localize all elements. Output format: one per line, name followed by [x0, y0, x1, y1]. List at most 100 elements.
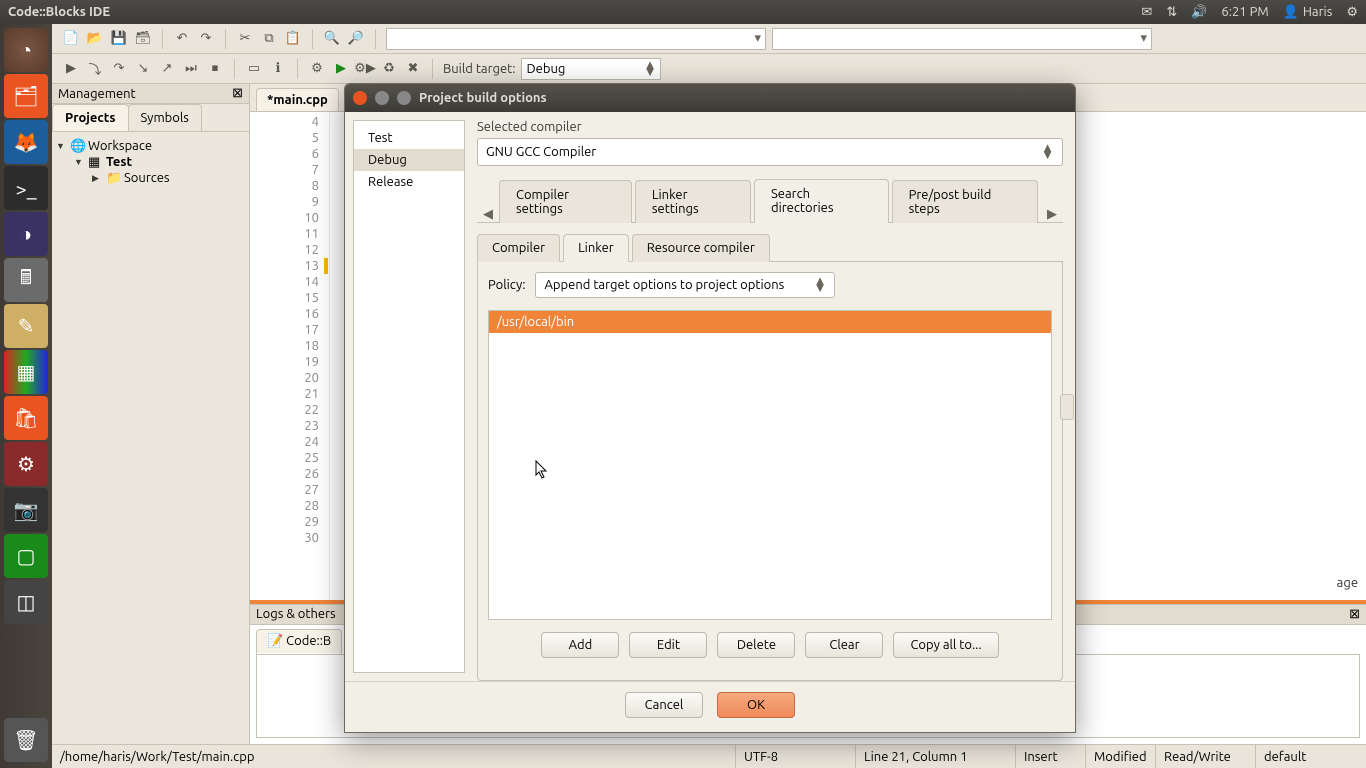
editor-tab-main[interactable]: *main.cpp	[256, 88, 339, 111]
edit-button[interactable]: Edit	[629, 632, 707, 658]
debug-windows-icon[interactable]: ▭	[245, 60, 263, 78]
tab-linker-settings[interactable]: Linker settings	[635, 180, 751, 223]
software-center-icon[interactable]: 🛍	[4, 396, 48, 440]
ok-button[interactable]: OK	[717, 692, 795, 718]
subtab-resource-compiler[interactable]: Resource compiler	[632, 234, 770, 262]
dialog-min-icon[interactable]	[375, 91, 389, 105]
status-profile: default	[1256, 745, 1366, 768]
cancel-button[interactable]: Cancel	[625, 692, 703, 718]
tab-prepost-build[interactable]: Pre/post build steps	[892, 180, 1038, 223]
files-icon[interactable]: 🗂	[4, 74, 48, 118]
tree-project[interactable]: ▼▦ Test	[56, 154, 245, 170]
target-debug[interactable]: Debug	[354, 149, 464, 171]
user-menu[interactable]: 👤 Haris	[1283, 5, 1333, 20]
dialog-scrollbar[interactable]	[1060, 394, 1074, 420]
trash-icon[interactable]: 🗑	[4, 718, 48, 762]
management-panel: Management ⊠ Projects Symbols ▼🌐 Workspa…	[52, 84, 250, 744]
subtab-compiler[interactable]: Compiler	[477, 234, 560, 262]
find-icon[interactable]: 🔍	[323, 30, 341, 48]
mail-icon[interactable]: ✉	[1141, 5, 1152, 20]
dialog-max-icon[interactable]	[397, 91, 411, 105]
save-icon[interactable]: 💾	[110, 30, 128, 48]
unity-launcher: ◔ 🗂 🦊 >_ ◑ 🖩 ✎ ▦ 🛍 ⚙ 📷 ▢ ◫ 🗑	[0, 24, 52, 768]
tab-search-directories[interactable]: Search directories	[754, 179, 889, 223]
status-encoding: UTF-8	[736, 745, 856, 768]
power-icon[interactable]: ⚙	[1346, 5, 1358, 20]
logs-close-icon[interactable]: ⊠	[1349, 607, 1360, 622]
save-all-icon[interactable]: 🗃	[134, 30, 152, 48]
status-position: Line 21, Column 1	[856, 745, 1016, 768]
open-icon[interactable]: 📂	[86, 30, 104, 48]
new-file-icon[interactable]: 📄	[62, 30, 80, 48]
build-options-dialog: Project build options Test Debug Release…	[344, 83, 1076, 733]
subtab-linker[interactable]: Linker	[563, 234, 629, 262]
add-button[interactable]: Add	[541, 632, 619, 658]
firefox-icon[interactable]: 🦊	[4, 120, 48, 164]
debug-run-icon[interactable]: ▶	[62, 60, 80, 78]
copy-icon[interactable]: ⧉	[260, 30, 278, 48]
dialog-main-tabs: ◀ Compiler settings Linker settings Sear…	[477, 178, 1063, 223]
stop-debug-icon[interactable]: ⏹	[206, 60, 224, 78]
workspace-switcher-icon[interactable]: ◫	[4, 580, 48, 624]
run-to-cursor-icon[interactable]: ⤵	[86, 60, 104, 78]
dialog-titlebar[interactable]: Project build options	[345, 84, 1075, 112]
abort-icon[interactable]: ✖	[404, 60, 422, 78]
delete-button[interactable]: Delete	[717, 632, 795, 658]
cut-icon[interactable]: ✂	[236, 30, 254, 48]
continue-icon[interactable]: ⏭	[182, 60, 200, 78]
step-into-icon[interactable]: ↘	[134, 60, 152, 78]
dash-icon[interactable]: ◔	[4, 28, 48, 72]
target-test[interactable]: Test	[354, 127, 464, 149]
tab-scroll-right-icon[interactable]: ▶	[1041, 207, 1063, 222]
run-icon[interactable]: ▶	[332, 60, 350, 78]
editor-icon[interactable]: ✎	[4, 304, 48, 348]
find-replace-icon[interactable]: 🔎	[347, 30, 365, 48]
tab-projects[interactable]: Projects	[52, 104, 129, 131]
workspace-icon: 🌐	[70, 139, 84, 153]
list-item[interactable]: /usr/local/bin	[489, 311, 1051, 333]
network-icon[interactable]: ⇅	[1166, 5, 1177, 20]
undo-icon[interactable]: ↶	[173, 30, 191, 48]
management-close-icon[interactable]: ⊠	[232, 86, 243, 101]
clear-button[interactable]: Clear	[805, 632, 883, 658]
app-icon[interactable]: ▢	[4, 534, 48, 578]
build-icon[interactable]: ⚙	[308, 60, 326, 78]
tab-scroll-left-icon[interactable]: ◀	[477, 207, 499, 222]
toolbar-2: ▶ ⤵ ↷ ↘ ↗ ⏭ ⏹ ▭ ℹ ⚙ ▶ ⚙▶ ♻ ✖ Build targe…	[52, 54, 1366, 84]
terminal-icon[interactable]: >_	[4, 166, 48, 210]
tree-sources[interactable]: ▶📁 Sources	[56, 170, 245, 186]
toolbar-1: 📄 📂 💾 🗃 ↶ ↷ ✂ ⧉ 📋 🔍 🔎 ▾ ▾	[52, 24, 1366, 54]
camera-icon[interactable]: 📷	[4, 488, 48, 532]
folder-icon: 📁	[106, 171, 120, 185]
symbol-combo-2[interactable]: ▾	[772, 28, 1152, 50]
selected-compiler-combo[interactable]: GNU GCC Compiler ▲▼	[477, 138, 1063, 166]
debug-info-icon[interactable]: ℹ	[269, 60, 287, 78]
dialog-close-icon[interactable]	[353, 91, 367, 105]
rebuild-icon[interactable]: ♻	[380, 60, 398, 78]
volume-icon[interactable]: 🔊	[1191, 5, 1207, 20]
tab-symbols[interactable]: Symbols	[128, 104, 202, 131]
search-directories-panel: Policy: Append target options to project…	[477, 262, 1063, 681]
policy-combo[interactable]: Append target options to project options…	[535, 272, 835, 298]
project-tree: ▼🌐 Workspace ▼▦ Test ▶📁 Sources	[52, 132, 249, 192]
build-run-icon[interactable]: ⚙▶	[356, 60, 374, 78]
paste-icon[interactable]: 📋	[284, 30, 302, 48]
eclipse-icon[interactable]: ◑	[4, 212, 48, 256]
tree-workspace[interactable]: ▼🌐 Workspace	[56, 138, 245, 154]
policy-label: Policy:	[488, 278, 525, 292]
directories-listbox[interactable]: /usr/local/bin	[488, 310, 1052, 620]
settings-icon[interactable]: ⚙	[4, 442, 48, 486]
redo-icon[interactable]: ↷	[197, 30, 215, 48]
build-target-combo[interactable]: Debug ▲▼	[521, 58, 661, 80]
logs-tab-codeblocks[interactable]: 📝 Code::B	[256, 629, 342, 654]
step-over-icon[interactable]: ↷	[110, 60, 128, 78]
copy-all-button[interactable]: Copy all to...	[893, 632, 998, 658]
codeblocks-icon[interactable]: ▦	[4, 350, 48, 394]
tab-compiler-settings[interactable]: Compiler settings	[499, 180, 632, 223]
symbol-combo-1[interactable]: ▾	[386, 28, 766, 50]
calculator-icon[interactable]: 🖩	[4, 258, 48, 302]
modified-marker	[324, 258, 328, 274]
target-release[interactable]: Release	[354, 171, 464, 193]
clock[interactable]: 6:21 PM	[1221, 5, 1268, 19]
step-out-icon[interactable]: ↗	[158, 60, 176, 78]
